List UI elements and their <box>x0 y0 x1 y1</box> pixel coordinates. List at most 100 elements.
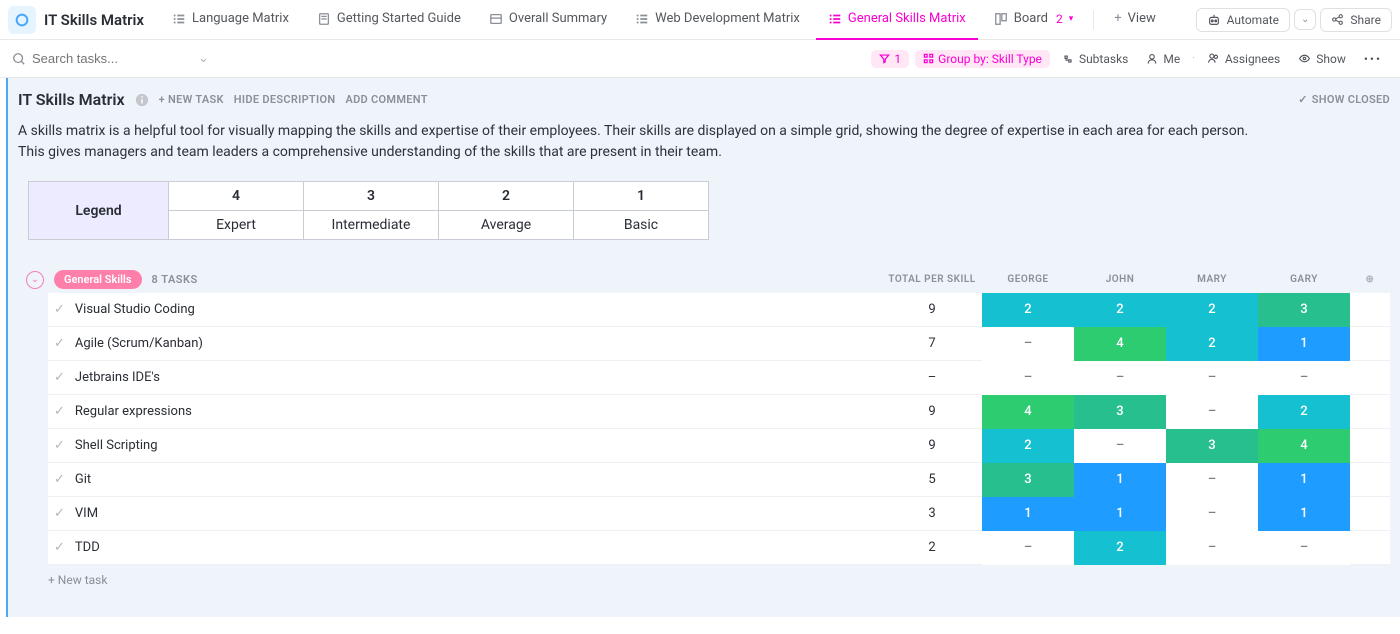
automate-dropdown[interactable]: ⌄ <box>1294 9 1316 30</box>
skill-cell[interactable]: – <box>1258 361 1350 395</box>
search-input[interactable] <box>32 51 172 66</box>
skill-cell[interactable]: 1 <box>1258 327 1350 361</box>
automate-label: Automate <box>1227 13 1279 27</box>
skill-cell[interactable]: 2 <box>1166 293 1258 327</box>
task-name-label: Jetbrains IDE's <box>75 370 160 385</box>
automate-button[interactable]: Automate <box>1196 8 1290 32</box>
skill-cell[interactable]: 1 <box>1074 463 1166 497</box>
skill-cell[interactable]: 2 <box>1166 327 1258 361</box>
chevron-down-icon[interactable]: ⌄ <box>198 51 209 66</box>
task-row[interactable]: ✓Agile (Scrum/Kanban)7–421 <box>48 327 1390 361</box>
skill-cell[interactable]: – <box>1074 361 1166 395</box>
tab-label: Getting Started Guide <box>337 11 461 26</box>
info-icon[interactable] <box>135 93 149 107</box>
robot-icon <box>1207 13 1221 27</box>
task-row[interactable]: ✓Git531–1 <box>48 463 1390 497</box>
new-task-button[interactable]: + New task <box>48 573 1390 587</box>
tab-label: Language Matrix <box>192 11 289 26</box>
more-button[interactable]: ••• <box>1358 50 1388 68</box>
task-row[interactable]: ✓TDD2–2–– <box>48 531 1390 565</box>
subtasks-button[interactable]: Subtasks <box>1056 50 1134 68</box>
group-header: ⌄ General Skills 8 TASKS TOTAL PER SKILL… <box>26 270 1390 289</box>
tab-web-dev-matrix[interactable]: Web Development Matrix <box>623 0 812 40</box>
skill-cell[interactable]: 1 <box>982 497 1074 531</box>
list-description: A skills matrix is a helpful tool for vi… <box>18 121 1278 163</box>
task-row[interactable]: ✓Shell Scripting92–34 <box>48 429 1390 463</box>
check-icon: ✓ <box>54 472 65 487</box>
task-total: 5 <box>882 472 982 487</box>
check-icon: ✓ <box>54 336 65 351</box>
search-wrap: ⌄ <box>12 51 209 66</box>
skill-cell[interactable]: – <box>982 361 1074 395</box>
skill-cell[interactable]: – <box>982 327 1074 361</box>
group-collapse-toggle[interactable]: ⌄ <box>26 271 44 289</box>
skill-cell[interactable]: 4 <box>1258 429 1350 463</box>
me-button[interactable]: Me <box>1140 50 1186 68</box>
assignees-button[interactable]: Assignees <box>1201 50 1286 68</box>
subtasks-icon <box>1062 53 1074 65</box>
add-view-button[interactable]: + View <box>1102 0 1168 40</box>
skill-cell[interactable]: – <box>982 531 1074 565</box>
add-column-button[interactable]: ⊕ <box>1350 274 1390 285</box>
column-total: TOTAL PER SKILL <box>882 274 982 285</box>
show-button[interactable]: Show <box>1292 50 1352 68</box>
skill-cell[interactable]: 1 <box>1258 497 1350 531</box>
skill-cell[interactable]: 2 <box>1074 531 1166 565</box>
skill-cell[interactable]: 3 <box>982 463 1074 497</box>
task-name-label: TDD <box>75 540 100 555</box>
chevron-down-icon: ▾ <box>1069 14 1074 24</box>
filter-pill[interactable]: 1 <box>871 50 909 68</box>
skill-cell[interactable]: 1 <box>1258 463 1350 497</box>
group-by-pill[interactable]: Group by: Skill Type <box>915 50 1050 68</box>
task-row[interactable]: ✓VIM311–1 <box>48 497 1390 531</box>
skill-cell[interactable]: – <box>1166 531 1258 565</box>
skill-cell[interactable]: 2 <box>1074 293 1166 327</box>
skill-cell[interactable]: 1 <box>1074 497 1166 531</box>
tab-general-skills-matrix[interactable]: General Skills Matrix <box>816 0 978 40</box>
skill-cell[interactable]: 3 <box>1258 293 1350 327</box>
skill-cell[interactable]: – <box>1258 531 1350 565</box>
legend-table: Legend 4 3 2 1 Expert Intermediate Avera… <box>28 181 709 240</box>
skill-cell[interactable]: 4 <box>982 395 1074 429</box>
skill-cell[interactable]: – <box>1166 361 1258 395</box>
add-comment-button[interactable]: ADD COMMENT <box>345 93 427 106</box>
skill-cell[interactable]: – <box>1166 463 1258 497</box>
task-name-label: Git <box>75 472 91 487</box>
tab-board-count: 2 <box>1056 12 1063 26</box>
skill-cell[interactable]: – <box>1166 497 1258 531</box>
task-name-label: Regular expressions <box>75 404 192 419</box>
skill-cell[interactable]: 3 <box>1166 429 1258 463</box>
new-task-button[interactable]: + NEW TASK <box>159 93 224 106</box>
show-closed-button[interactable]: ✓SHOW CLOSED <box>1298 93 1390 106</box>
skill-cell[interactable]: 2 <box>1258 395 1350 429</box>
tab-overall-summary[interactable]: Overall Summary <box>477 0 619 40</box>
skill-cell[interactable]: 3 <box>1074 395 1166 429</box>
skill-cell[interactable]: – <box>1074 429 1166 463</box>
skill-cell[interactable]: 2 <box>982 293 1074 327</box>
summary-icon <box>489 12 503 26</box>
task-row[interactable]: ✓Jetbrains IDE's––––– <box>48 361 1390 395</box>
task-name-label: Visual Studio Coding <box>75 302 195 317</box>
legend-rating: 1 <box>574 182 709 211</box>
tab-label: Board <box>1014 11 1048 26</box>
column-person: JOHN <box>1074 274 1166 285</box>
share-button[interactable]: Share <box>1320 8 1392 32</box>
share-icon <box>1331 13 1344 26</box>
logo-icon <box>14 12 30 28</box>
task-row[interactable]: ✓Visual Studio Coding92223 <box>48 293 1390 327</box>
group-name-pill[interactable]: General Skills <box>54 270 142 289</box>
column-person: GEORGE <box>982 274 1074 285</box>
hide-description-button[interactable]: HIDE DESCRIPTION <box>234 93 336 106</box>
task-row[interactable]: ✓Regular expressions943–2 <box>48 395 1390 429</box>
app-logo <box>8 6 36 34</box>
eye-icon <box>1298 52 1311 65</box>
main-area: IT Skills Matrix + NEW TASK HIDE DESCRIP… <box>6 78 1400 617</box>
skill-cell[interactable]: 4 <box>1074 327 1166 361</box>
plus-icon: + <box>1114 11 1121 26</box>
skill-cell[interactable]: – <box>1166 395 1258 429</box>
skill-cell[interactable]: 2 <box>982 429 1074 463</box>
app-title: IT Skills Matrix <box>44 11 144 29</box>
tab-board[interactable]: Board 2 ▾ <box>982 0 1085 40</box>
tab-getting-started[interactable]: Getting Started Guide <box>305 0 473 40</box>
tab-language-matrix[interactable]: Language Matrix <box>160 0 301 40</box>
